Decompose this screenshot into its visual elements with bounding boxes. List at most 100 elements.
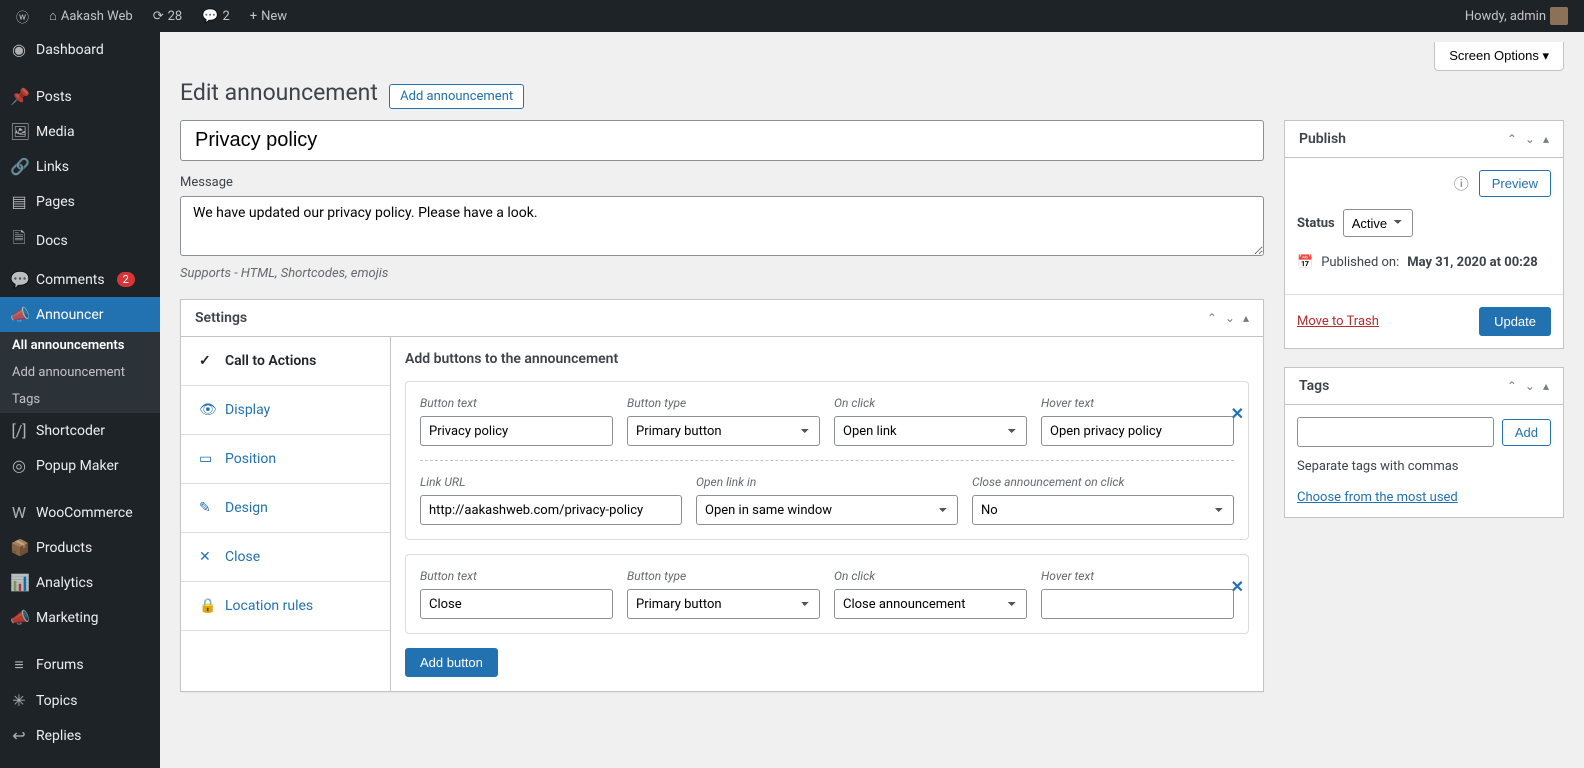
new-content-link[interactable]: +New [242,0,295,32]
calendar-icon: 📅 [1297,255,1313,270]
media-icon: 🖼 [10,122,28,141]
add-tag-button[interactable]: Add [1502,419,1551,446]
toggle-icon[interactable]: ▴ [1543,132,1549,146]
add-button[interactable]: Add button [405,648,498,677]
screen-options-button[interactable]: Screen Options ▾ [1434,42,1564,71]
submenu-add[interactable]: Add announcement [0,359,160,386]
tags-box: Tags ⌃ ⌄ ▴ Add Separate tags with commas [1284,367,1564,518]
sidebar-item-forums[interactable]: ≡Forums [0,647,160,683]
sidebar-item-replies[interactable]: ↩Replies [0,718,160,753]
tab-position[interactable]: ▭Position [181,435,390,484]
button1-text-input[interactable] [420,416,613,446]
location-icon: 🔒 [199,598,215,614]
tags-box-title: Tags [1299,378,1329,394]
button-card-1: ✕ Button text Button typePrimary button … [405,381,1249,540]
label-hover-text-2: Hover text [1041,569,1234,583]
label-link-url: Link URL [420,475,682,489]
sidebar-item-comments[interactable]: 💬Comments2 [0,262,160,297]
chevron-up-icon[interactable]: ⌃ [1507,379,1517,393]
button1-onclick-select[interactable]: Open link [834,416,1027,446]
submenu-tags[interactable]: Tags [0,386,160,413]
close-icon: ✕ [199,549,215,565]
sidebar-item-topics[interactable]: ✳Topics [0,683,160,718]
tab-close[interactable]: ✕Close [181,533,390,582]
button2-onclick-select[interactable]: Close announcement [834,589,1027,619]
button1-url-input[interactable] [420,495,682,525]
published-date: May 31, 2020 at 00:28 [1407,255,1538,270]
remove-button-1[interactable]: ✕ [1231,404,1244,423]
message-textarea[interactable]: We have updated our privacy policy. Plea… [180,196,1264,256]
sidebar-item-announcer[interactable]: 📣Announcer [0,297,160,332]
dashboard-icon: ◉ [10,40,28,59]
sidebar-item-pages[interactable]: ▤Pages [0,184,160,219]
submenu-all[interactable]: All announcements [0,332,160,359]
sidebar-item-popup-maker[interactable]: ◎Popup Maker [0,448,160,483]
button2-text-input[interactable] [420,589,613,619]
tab-cta[interactable]: ✓Call to Actions [181,337,390,386]
add-announcement-button[interactable]: Add announcement [389,84,524,109]
button1-hover-input[interactable] [1041,416,1234,446]
sidebar-submenu: All announcements Add announcement Tags [0,332,160,413]
status-label: Status [1297,216,1335,231]
sidebar-item-products[interactable]: 📦Products [0,530,160,565]
chevron-up-icon[interactable]: ⌃ [1207,311,1217,325]
chevron-down-icon[interactable]: ⌄ [1225,311,1235,325]
label-open-in: Open link in [696,475,958,489]
button1-openin-select[interactable]: Open in same window [696,495,958,525]
sidebar-item-shortcoder[interactable]: [/]Shortcoder [0,413,160,448]
button1-type-select[interactable]: Primary button [627,416,820,446]
info-icon[interactable]: ⓘ [1454,173,1469,194]
move-to-trash[interactable]: Move to Trash [1297,314,1379,329]
wp-logo[interactable]: ⓦ [8,0,37,32]
update-icon: ⟳ [153,9,164,24]
toggle-icon[interactable]: ▴ [1543,379,1549,393]
settings-box-title: Settings [195,310,247,326]
site-name-link[interactable]: ⌂Aakash Web [41,0,141,32]
sidebar-item-analytics[interactable]: 📊Analytics [0,565,160,600]
doc-icon: 🗎 [10,227,28,254]
topics-icon: ✳ [10,691,28,710]
chevron-down-icon[interactable]: ⌄ [1525,379,1535,393]
user-greeting[interactable]: Howdy, admin [1457,0,1576,32]
remove-button-2[interactable]: ✕ [1231,577,1244,596]
toggle-icon[interactable]: ▴ [1243,311,1249,325]
sidebar-item-links[interactable]: 🔗Links [0,149,160,184]
tag-input[interactable] [1297,417,1494,447]
label-button-text: Button text [420,396,613,410]
analytics-icon: 📊 [10,573,28,592]
shortcode-icon: [/] [10,421,28,440]
title-input[interactable] [180,120,1264,161]
eye-icon: 👁 [199,402,215,418]
label-button-text-2: Button text [420,569,613,583]
sidebar-item-dashboard[interactable]: ◉Dashboard [0,32,160,67]
product-icon: 📦 [10,538,28,557]
tab-location[interactable]: 🔒Location rules [181,582,390,631]
sidebar-item-media[interactable]: 🖼Media [0,114,160,149]
sidebar-item-posts[interactable]: 📌Posts [0,79,160,114]
chevron-down-icon[interactable]: ⌄ [1525,132,1535,146]
update-button[interactable]: Update [1479,307,1551,336]
reply-icon: ↩ [10,726,28,745]
button1-closeonclick-select[interactable]: No [972,495,1234,525]
woo-icon: W [10,503,28,522]
published-on-label: Published on: [1321,255,1399,270]
updates-link[interactable]: ⟳28 [145,0,191,32]
settings-content-heading: Add buttons to the announcement [405,351,1249,367]
sidebar-item-marketing[interactable]: 📣Marketing [0,600,160,635]
chevron-up-icon[interactable]: ⌃ [1507,132,1517,146]
tab-display[interactable]: 👁Display [181,386,390,435]
comment-icon: 💬 [10,270,28,289]
tags-hint: Separate tags with commas [1297,459,1551,474]
comments-link[interactable]: 💬2 [194,0,238,32]
tab-design[interactable]: ✎Design [181,484,390,533]
link-icon: 🔗 [10,157,28,176]
sidebar-item-docs[interactable]: 🗎Docs [0,219,160,262]
preview-button[interactable]: Preview [1479,170,1551,197]
status-select[interactable]: Active [1343,209,1413,237]
sidebar-item-woocommerce[interactable]: WWooCommerce [0,495,160,530]
admin-toolbar: ⓦ ⌂Aakash Web ⟳28 💬2 +New Howdy, admin [0,0,1584,32]
choose-tags-link[interactable]: Choose from the most used [1297,490,1458,505]
layout-icon: ▭ [199,451,215,467]
button2-hover-input[interactable] [1041,589,1234,619]
button2-type-select[interactable]: Primary button [627,589,820,619]
